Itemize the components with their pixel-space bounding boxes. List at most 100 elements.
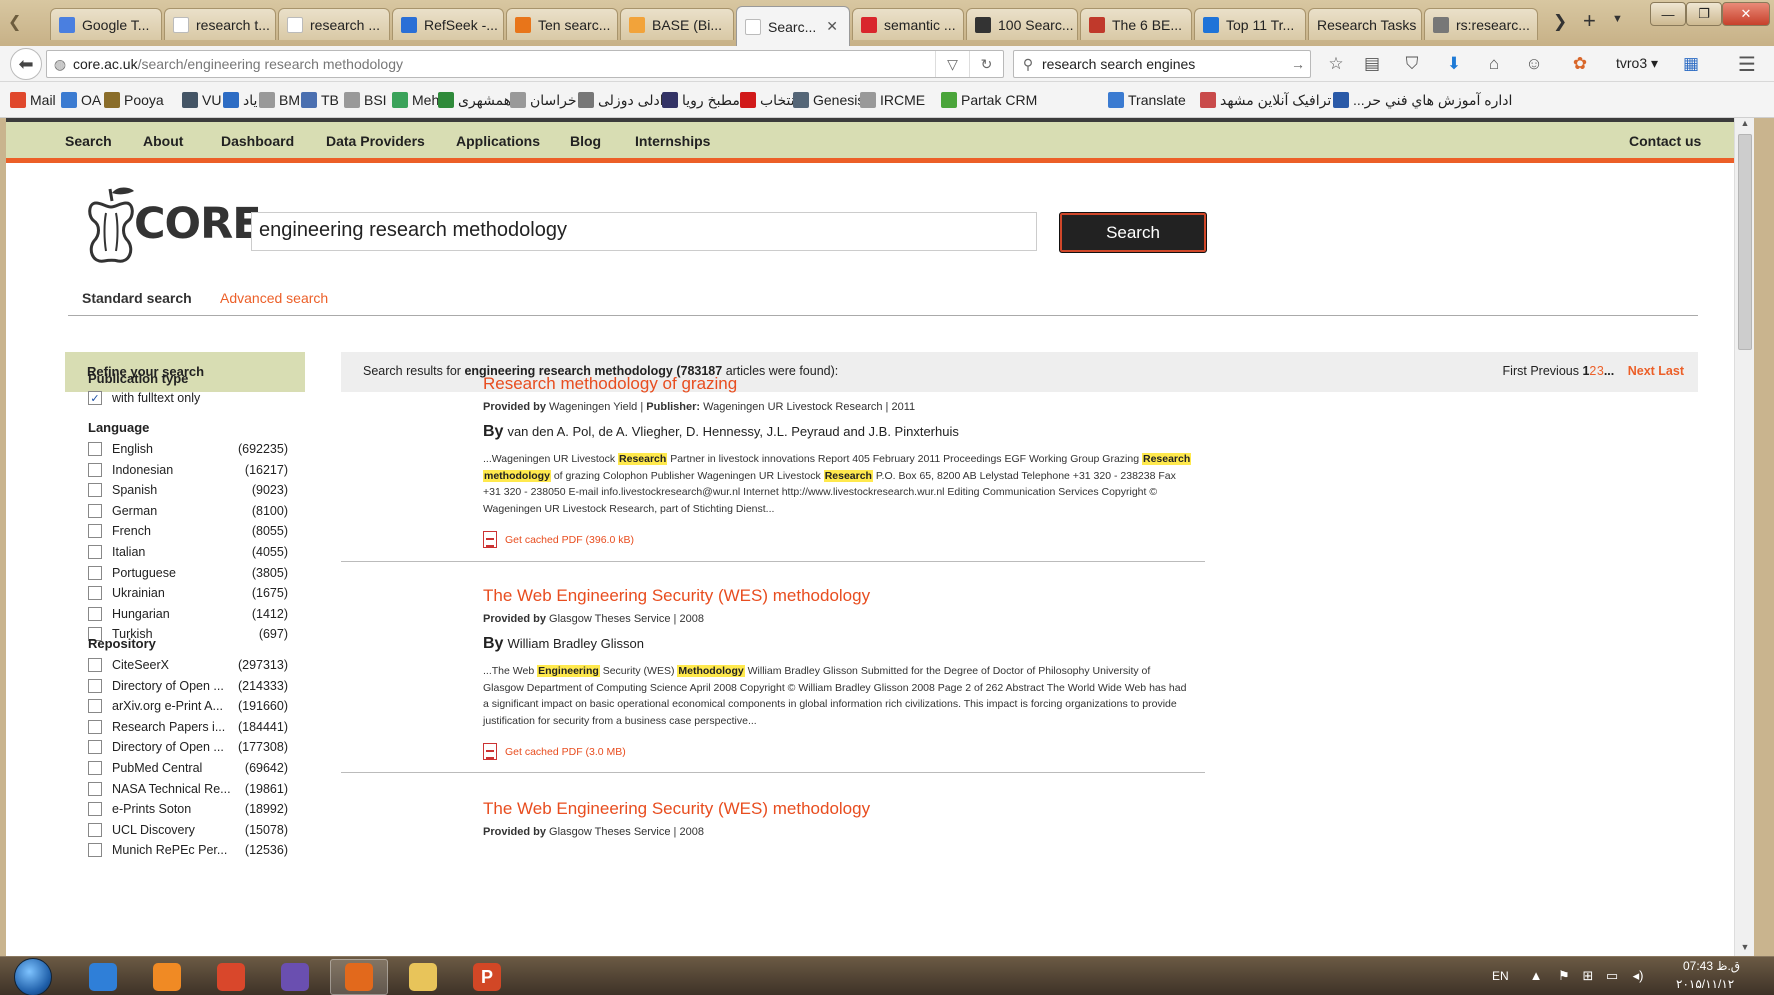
- url-history-dropdown-icon[interactable]: ▽: [935, 51, 969, 77]
- facet-checkbox[interactable]: [88, 545, 102, 559]
- nav-data-providers[interactable]: Data Providers: [326, 133, 425, 149]
- facet-checkbox[interactable]: [88, 822, 102, 837]
- scroll-up-icon[interactable]: ▲: [1735, 118, 1754, 132]
- start-button[interactable]: [14, 958, 52, 995]
- facet-option[interactable]: e-Prints Soton (18992): [88, 800, 288, 818]
- taskbar-app-powerpoint[interactable]: P: [458, 959, 516, 995]
- taskbar-app-firefox[interactable]: [330, 959, 388, 995]
- facet-checkbox[interactable]: [88, 565, 102, 580]
- facet-option[interactable]: Portuguese (3805): [88, 564, 288, 582]
- maximize-button[interactable]: ❐: [1686, 2, 1722, 26]
- browser-tab[interactable]: semantic ...: [852, 8, 964, 40]
- reading-list-icon[interactable]: ▤: [1359, 52, 1385, 76]
- result-title[interactable]: The Web Engineering Security (WES) metho…: [483, 799, 1193, 819]
- tab-list-dropdown-icon[interactable]: ▼: [1612, 13, 1623, 25]
- browser-tab[interactable]: BASE (Bi...: [620, 8, 734, 40]
- addon-icon[interactable]: ✿: [1567, 52, 1593, 76]
- browser-tab[interactable]: research ...: [278, 8, 390, 40]
- pager-first[interactable]: First: [1503, 364, 1527, 378]
- tab-scroll-right-icon[interactable]: ❯: [1553, 12, 1567, 32]
- home-icon[interactable]: ⌂: [1481, 52, 1507, 76]
- menu-icon[interactable]: ☰: [1734, 52, 1760, 76]
- fulltext-only-filter[interactable]: ✓ with fulltext only: [88, 389, 288, 407]
- search-bar[interactable]: ⚲ research search engines →: [1013, 50, 1311, 78]
- facet-option[interactable]: French (8055): [88, 522, 288, 540]
- bookmark-item[interactable]: Pooya: [104, 90, 164, 110]
- browser-tab[interactable]: research t...: [164, 8, 276, 40]
- scrollbar-thumb[interactable]: [1738, 134, 1752, 350]
- close-tab-icon[interactable]: ✕: [826, 18, 838, 35]
- url-bar[interactable]: ◍ core.ac.uk/search/engineering research…: [46, 50, 1004, 78]
- facet-checkbox[interactable]: [88, 606, 102, 621]
- facet-option[interactable]: PubMed Central (69642): [88, 759, 288, 777]
- facet-option[interactable]: Ukrainian (1675): [88, 584, 288, 602]
- bookmark-item[interactable]: Translate: [1108, 90, 1186, 110]
- search-go-icon[interactable]: →: [1286, 56, 1310, 72]
- url-text[interactable]: core.ac.uk/search/engineering research m…: [73, 56, 935, 72]
- taskbar-app-media-player[interactable]: [138, 959, 196, 995]
- language-indicator[interactable]: EN: [1492, 969, 1509, 983]
- nav-dashboard[interactable]: Dashboard: [221, 133, 294, 149]
- facet-option[interactable]: German (8100): [88, 502, 288, 520]
- clock-time[interactable]: 07:43 ق.ظ: [1683, 959, 1740, 973]
- facet-checkbox[interactable]: [88, 678, 102, 693]
- new-tab-button[interactable]: +: [1583, 8, 1596, 34]
- result-title[interactable]: The Web Engineering Security (WES) metho…: [483, 586, 1193, 606]
- core-logo[interactable]: CORE: [86, 183, 262, 265]
- hello-chat-icon[interactable]: ☺: [1521, 52, 1547, 76]
- facet-checkbox[interactable]: [88, 843, 102, 858]
- scroll-down-icon[interactable]: ▼: [1735, 942, 1754, 956]
- facet-checkbox[interactable]: [88, 802, 102, 817]
- cached-pdf-link[interactable]: Get cached PDF (3.0 MB): [483, 743, 1193, 760]
- facet-checkbox[interactable]: [88, 658, 102, 672]
- result-title[interactable]: Research methodology of grazing: [483, 374, 1193, 394]
- nav-about[interactable]: About: [143, 133, 183, 149]
- bookmark-item[interactable]: TB: [301, 90, 339, 110]
- facet-option[interactable]: Munich RePEc Per... (12536): [88, 841, 288, 859]
- extension-icon[interactable]: ▦: [1678, 52, 1704, 76]
- minimize-button[interactable]: —: [1650, 2, 1686, 26]
- bookmark-star-icon[interactable]: ☆: [1323, 52, 1349, 76]
- bookmark-item[interactable]: خراسان: [510, 90, 577, 110]
- facet-checkbox[interactable]: [88, 740, 102, 755]
- bookmark-item[interactable]: Mehr: [392, 90, 444, 110]
- nav-search[interactable]: Search: [65, 133, 112, 149]
- browser-tab[interactable]: Top 11 Tr...: [1194, 8, 1306, 40]
- facet-checkbox[interactable]: [88, 462, 102, 477]
- bookmark-item[interactable]: ...اداره آموزش هاي فني حر: [1333, 90, 1512, 110]
- taskbar-app-chrome[interactable]: [202, 959, 260, 995]
- facet-checkbox[interactable]: [88, 781, 102, 796]
- search-button[interactable]: Search: [1059, 212, 1207, 253]
- facet-option[interactable]: Directory of Open ... (177308): [88, 738, 288, 756]
- facet-checkbox[interactable]: [88, 761, 102, 775]
- clock-date[interactable]: ۲۰۱۵/۱۱/۱۲: [1676, 977, 1734, 991]
- bookmark-item[interactable]: همشهری: [438, 90, 511, 110]
- bookmark-item[interactable]: OA: [61, 90, 101, 110]
- browser-tab[interactable]: Research Tasks: [1308, 8, 1422, 40]
- browser-tab[interactable]: 100 Searc...: [966, 8, 1078, 40]
- facet-option[interactable]: Italian (4055): [88, 543, 288, 561]
- fulltext-checkbox[interactable]: ✓: [88, 391, 102, 405]
- facet-option[interactable]: English (692235): [88, 440, 288, 458]
- facet-checkbox[interactable]: [88, 524, 102, 539]
- pdf-link-text[interactable]: Get cached PDF (396.0 kB): [505, 534, 634, 546]
- action-center-flag-icon[interactable]: ⚑: [1556, 968, 1572, 984]
- facet-checkbox[interactable]: [88, 483, 102, 498]
- search-bar-text[interactable]: research search engines: [1042, 56, 1286, 72]
- bookmark-item[interactable]: یاد: [223, 90, 257, 110]
- nav-blog[interactable]: Blog: [570, 133, 601, 149]
- facet-option[interactable]: NASA Technical Re... (19861): [88, 780, 288, 798]
- facet-option[interactable]: CiteSeerX (297313): [88, 656, 288, 674]
- facet-option[interactable]: UCL Discovery (15078): [88, 821, 288, 839]
- pocket-icon[interactable]: ⛉: [1399, 52, 1425, 76]
- bookmark-item[interactable]: VU: [182, 90, 221, 110]
- pager-page-3[interactable]: 3: [1597, 364, 1604, 378]
- windows-icon[interactable]: ⊞: [1580, 968, 1596, 984]
- facet-checkbox[interactable]: [88, 699, 102, 714]
- browser-tab[interactable]: Google T...: [50, 8, 162, 40]
- volume-icon[interactable]: ◂): [1630, 968, 1646, 984]
- close-window-button[interactable]: ✕: [1722, 2, 1770, 26]
- tab-standard-search[interactable]: Standard search: [82, 290, 192, 306]
- tab-advanced-search[interactable]: Advanced search: [220, 290, 328, 306]
- facet-option[interactable]: Directory of Open ... (214333): [88, 677, 288, 695]
